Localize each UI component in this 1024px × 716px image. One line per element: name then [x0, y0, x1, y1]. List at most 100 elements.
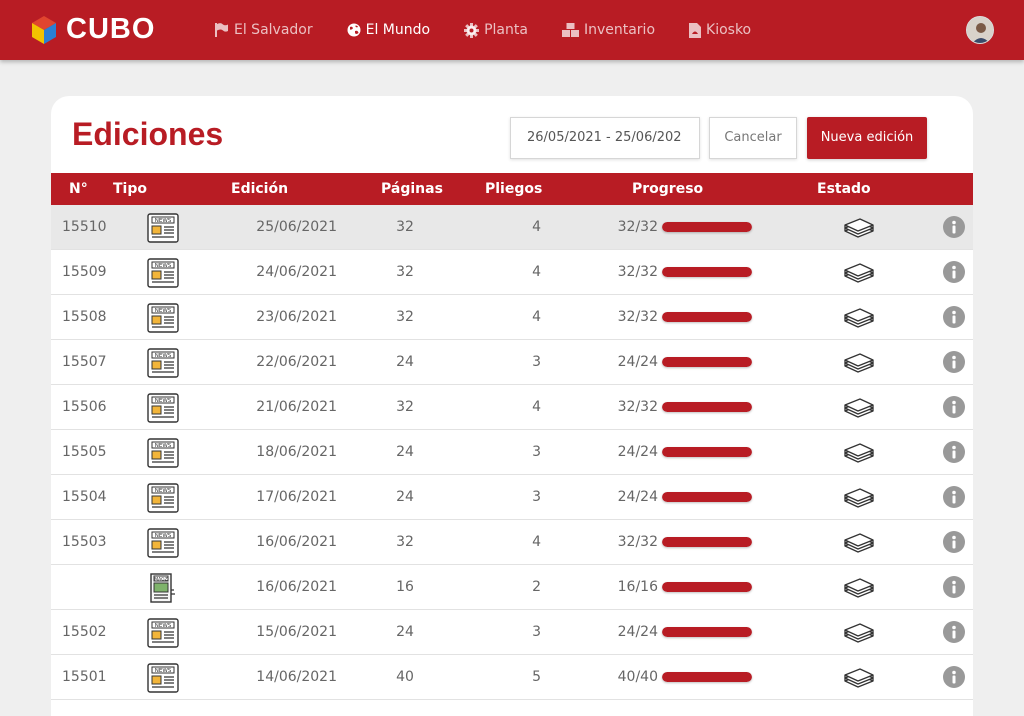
progress-bar-fill [662, 402, 752, 412]
nav-kiosko[interactable]: Kiosko [689, 22, 751, 38]
edition-date: 23/06/2021 [256, 309, 337, 325]
main-nav: El Salvador El Mundo Planta Inventario K… [214, 0, 785, 60]
pliegos-count: 4 [532, 264, 541, 280]
edition-number: 15502 [62, 624, 107, 640]
header-progress[interactable]: Progreso [632, 181, 703, 197]
edition-date: 16/06/2021 [256, 579, 337, 595]
nav-inventario[interactable]: Inventario [561, 22, 655, 38]
info-icon[interactable] [943, 306, 965, 328]
pliegos-count: 4 [532, 309, 541, 325]
edition-number: 15510 [62, 219, 107, 235]
edition-date: 21/06/2021 [256, 399, 337, 415]
printed-stack-icon [843, 352, 875, 378]
header-pliegos[interactable]: Pliegos [485, 181, 542, 197]
header-type[interactable]: Tipo [113, 181, 147, 197]
edition-number: 15505 [62, 444, 107, 460]
edition-date: 17/06/2021 [256, 489, 337, 505]
table-row[interactable]: 15504 NEWS 17/06/2021 24 3 24/24 [51, 475, 973, 520]
info-icon[interactable] [943, 576, 965, 598]
newspaper-icon: NEWS [147, 528, 179, 562]
pliegos-count: 4 [532, 399, 541, 415]
newspaper-icon: NEWS [147, 483, 179, 517]
progress-text: 16/16 [617, 579, 658, 595]
nav-label: Planta [484, 22, 528, 38]
cube-logo-icon [32, 15, 56, 44]
printed-stack-icon [843, 532, 875, 558]
header-edition[interactable]: Edición [231, 181, 288, 197]
nav-el-mundo[interactable]: El Mundo [347, 22, 430, 38]
header-number[interactable]: N° [69, 181, 88, 197]
page-count: 24 [396, 354, 414, 370]
table-row[interactable]: 15508 NEWS 23/06/2021 32 4 32/32 [51, 295, 973, 340]
table-row[interactable]: 15506 NEWS 21/06/2021 32 4 32/32 [51, 385, 973, 430]
progress-text: 24/24 [617, 624, 658, 640]
newspaper-icon: NEWS [147, 663, 179, 697]
table-row[interactable]: MAGZ 16/06/2021 16 2 16/16 [51, 565, 973, 610]
info-icon[interactable] [943, 441, 965, 463]
progress-bar [662, 312, 752, 322]
progress-bar-fill [662, 672, 752, 682]
info-icon[interactable] [943, 261, 965, 283]
table-row[interactable]: 15501 NEWS 14/06/2021 40 5 40/40 [51, 655, 973, 700]
table-row[interactable]: 15503 NEWS 16/06/2021 32 4 32/32 [51, 520, 973, 565]
page-count: 24 [396, 624, 414, 640]
app-name: CUBO [66, 13, 156, 45]
progress-text: 24/24 [617, 489, 658, 505]
edition-date: 16/06/2021 [256, 534, 337, 550]
table-row[interactable]: 15510 NEWS 25/06/2021 32 4 32/32 [51, 205, 973, 250]
newspaper-icon: NEWS [147, 303, 179, 337]
progress-bar [662, 267, 752, 277]
progress-bar [662, 222, 752, 232]
info-icon[interactable] [943, 351, 965, 373]
table-row[interactable]: 15509 NEWS 24/06/2021 32 4 32/32 [51, 250, 973, 295]
nav-planta[interactable]: Planta [464, 22, 528, 38]
pliegos-count: 3 [532, 354, 541, 370]
nav-label: Kiosko [706, 22, 752, 38]
pliegos-count: 4 [532, 219, 541, 235]
progress-text: 32/32 [617, 219, 658, 235]
pliegos-count: 3 [532, 489, 541, 505]
printed-stack-icon [843, 622, 875, 648]
edition-number: 15503 [62, 534, 107, 550]
magazine-icon: MAGZ [147, 573, 179, 607]
gear-icon [464, 22, 480, 38]
info-icon[interactable] [943, 486, 965, 508]
date-range-picker[interactable]: 26/05/2021 - 25/06/202 [510, 117, 700, 159]
svg-text:NEWS: NEWS [155, 488, 172, 494]
info-icon[interactable] [943, 531, 965, 553]
printed-stack-icon [843, 667, 875, 693]
printed-stack-icon [843, 442, 875, 468]
page-count: 32 [396, 219, 414, 235]
globe-icon [347, 23, 361, 37]
progress-text: 32/32 [617, 309, 658, 325]
page-title: Ediciones [72, 116, 224, 152]
app-logo[interactable]: CUBO [30, 13, 155, 46]
table-row[interactable]: 15502 NEWS 15/06/2021 24 3 24/24 [51, 610, 973, 655]
user-avatar[interactable] [966, 16, 994, 44]
boxes-icon [561, 23, 579, 37]
progress-bar-fill [662, 537, 752, 547]
newspaper-icon: NEWS [147, 438, 179, 472]
progress-bar-fill [662, 312, 752, 322]
printed-stack-icon [843, 262, 875, 288]
cancel-button[interactable]: Cancelar [709, 117, 797, 159]
info-icon[interactable] [943, 216, 965, 238]
page-count: 32 [396, 309, 414, 325]
pliegos-count: 3 [532, 444, 541, 460]
progress-bar [662, 537, 752, 547]
printed-stack-icon [843, 577, 875, 603]
header-status[interactable]: Estado [817, 181, 871, 197]
page-count: 32 [396, 534, 414, 550]
header-pages[interactable]: Páginas [381, 181, 443, 197]
info-icon[interactable] [943, 666, 965, 688]
info-icon[interactable] [943, 396, 965, 418]
new-edition-button[interactable]: Nueva edición [807, 117, 927, 159]
progress-text: 32/32 [617, 399, 658, 415]
nav-el-salvador[interactable]: El Salvador [214, 22, 313, 38]
info-icon[interactable] [943, 621, 965, 643]
table-row[interactable]: 15505 NEWS 18/06/2021 24 3 24/24 [51, 430, 973, 475]
table-row[interactable]: 15507 NEWS 22/06/2021 24 3 24/24 [51, 340, 973, 385]
printed-stack-icon [843, 397, 875, 423]
page-count: 40 [396, 669, 414, 685]
progress-bar-fill [662, 582, 752, 592]
